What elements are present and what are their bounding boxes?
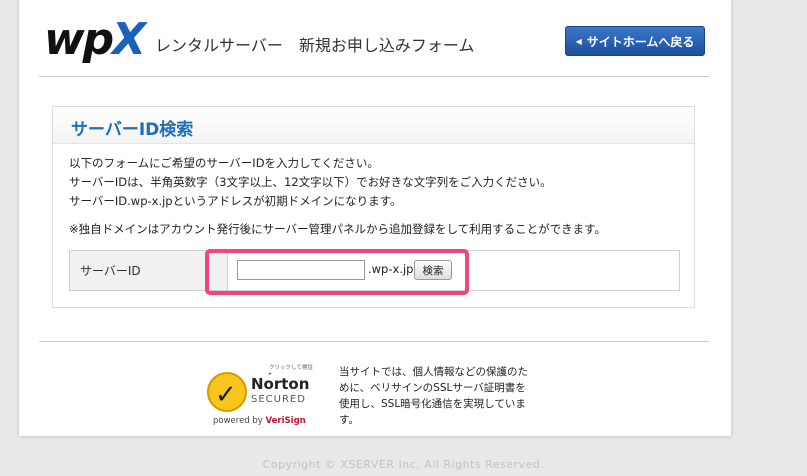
page-container: wpX レンタルサーバー 新規お申し込みフォーム ◀ サイトホームへ戻る サーバー… xyxy=(19,0,731,436)
search-button[interactable]: 検索 xyxy=(414,260,452,280)
site-home-button[interactable]: ◀ サイトホームへ戻る xyxy=(565,26,705,56)
logo-x: X xyxy=(112,14,146,65)
search-box-title: サーバーID検索 xyxy=(71,120,194,140)
seal-verisign: VeriSign xyxy=(265,416,306,426)
seal-brand: Norton xyxy=(251,375,310,393)
header-title-form: 新規お申し込みフォーム xyxy=(298,36,475,55)
search-description: 以下のフォームにご希望のサーバーIDを入力してください。 サーバーIDは、半角英… xyxy=(69,154,552,211)
header-title-service: レンタルサーバー xyxy=(155,36,283,55)
desc-line-1: 以下のフォームにご希望のサーバーIDを入力してください。 xyxy=(69,156,379,170)
wpx-logo[interactable]: wpX xyxy=(44,12,146,68)
server-id-label: サーバーID xyxy=(70,251,228,290)
domain-suffix: .wp-x.jp xyxy=(368,262,414,276)
server-id-search-box: サーバーID検索 以下のフォームにご希望のサーバーIDを入力してください。 サー… xyxy=(52,106,695,308)
copyright: Copyright © XSERVER Inc. All Rights Rese… xyxy=(262,458,545,471)
footer-divider xyxy=(39,341,709,342)
server-id-form-row: サーバーID .wp-x.jp 検索 xyxy=(69,250,680,291)
desc-line-3: サーバーID.wp-x.jpというアドレスが初期ドメインになります。 xyxy=(69,194,402,208)
logo-wp: wp xyxy=(44,14,114,65)
ssl-line-1: 当サイトでは、個人情報などの保護のた xyxy=(339,366,528,378)
header-divider xyxy=(39,76,709,77)
back-arrow-icon: ◀ xyxy=(575,36,582,46)
ssl-description: 当サイトでは、個人情報などの保護のた めに、ベリサインのSSLサーバ証明書を 使… xyxy=(339,364,528,428)
ssl-line-2: めに、ベリサインのSSLサーバ証明書を xyxy=(339,382,526,394)
header-title: レンタルサーバー 新規お申し込みフォーム xyxy=(155,32,474,56)
ssl-line-3: 使用し、SSL暗号化通信を実現していま xyxy=(339,398,526,410)
desc-line-2: サーバーIDは、半角英数字（3文字以上、12文字以下）でお好きな文字列をご入力く… xyxy=(69,175,552,189)
ssl-line-4: す。 xyxy=(339,414,359,426)
custom-domain-note: ※独自ドメインはアカウント発行後にサーバー管理パネルから追加登録をして利用するこ… xyxy=(69,222,607,236)
search-box-header: サーバーID検索 xyxy=(53,107,694,144)
seal-powered-by: powered by VeriSign xyxy=(213,416,306,426)
seal-powered-text: powered by xyxy=(213,416,263,426)
checkmark-icon: ✓ xyxy=(207,372,247,412)
seal-secured: SECURED xyxy=(251,394,306,405)
norton-secured-seal[interactable]: クリックして検証 ▸ ✓ Norton SECURED powered by V… xyxy=(207,360,317,428)
server-id-input[interactable] xyxy=(237,260,365,280)
site-home-button-label: サイトホームへ戻る xyxy=(586,34,695,49)
